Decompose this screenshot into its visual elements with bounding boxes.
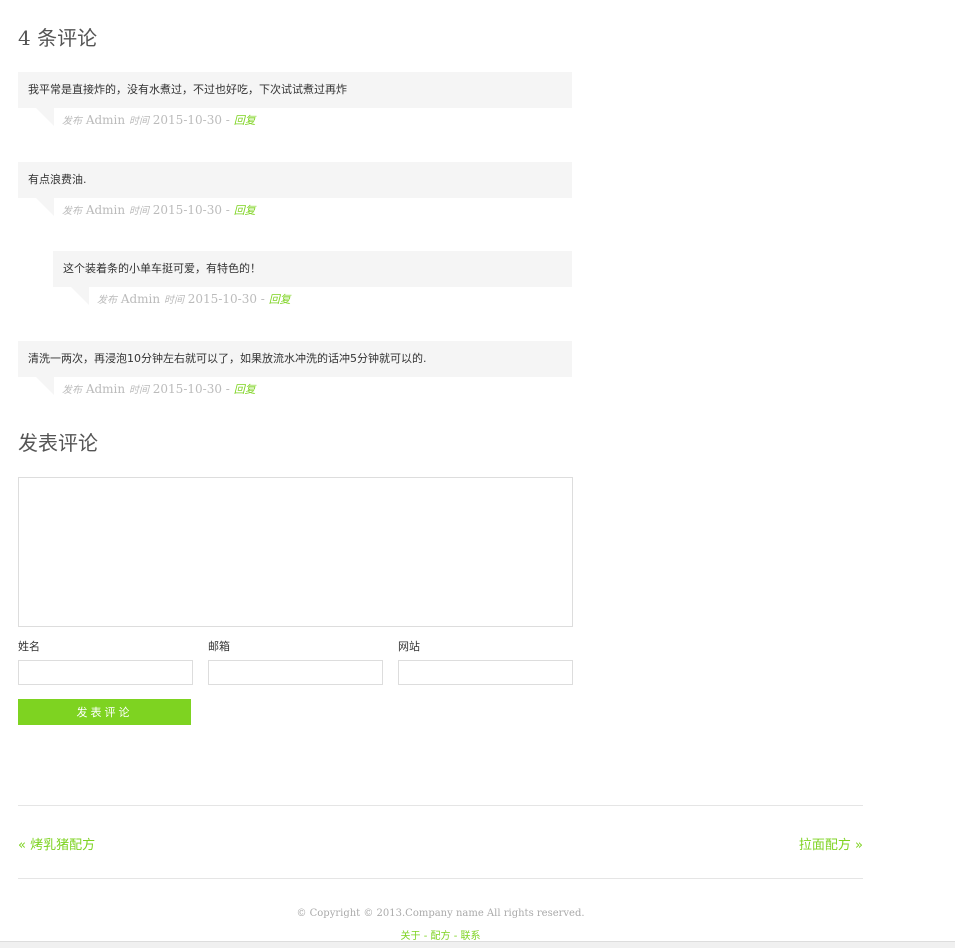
comment-time-label: 时间 <box>163 295 184 306</box>
next-post-link[interactable]: 拉面配方 » <box>799 834 863 853</box>
comment-reply-link[interactable]: 回复 <box>234 383 256 396</box>
comment-posted-label: 发布 <box>62 206 82 217</box>
comment-time-label: 时间 <box>128 116 149 127</box>
comment-date: 2015-10-30 <box>152 203 222 217</box>
comment-meta: 发布 Admin 时间 2015-10-30 - 回复 <box>97 291 291 307</box>
divider <box>18 805 863 806</box>
comment-meta-separator: - <box>260 292 265 306</box>
comment-bubble-tail <box>36 198 54 216</box>
comment-posted-label: 发布 <box>97 295 117 306</box>
comment-text: 这个装着条的小单车挺可爱，有特色的！ <box>53 251 572 287</box>
website-field-label: 网站 <box>398 640 420 653</box>
comment-meta: 发布 Admin 时间 2015-10-30 - 回复 <box>62 202 256 218</box>
comment-author: Admin <box>85 382 126 396</box>
name-field-label: 姓名 <box>18 640 40 653</box>
comment-bubble-tail <box>71 287 89 305</box>
comment-textarea[interactable] <box>18 477 573 627</box>
comment-time-label: 时间 <box>128 206 149 217</box>
comment-author: Admin <box>85 203 126 217</box>
prev-post-link[interactable]: « 烤乳猪配方 <box>18 834 95 853</box>
comment-posted-label: 发布 <box>62 385 82 396</box>
comment-date: 2015-10-30 <box>187 292 257 306</box>
comment-time-label: 时间 <box>128 385 149 396</box>
comment-meta-separator: - <box>225 113 230 127</box>
website-input[interactable] <box>398 660 573 685</box>
comment-date: 2015-10-30 <box>152 382 222 396</box>
email-input[interactable] <box>208 660 383 685</box>
comment-reply-link[interactable]: 回复 <box>234 114 256 127</box>
comment-text: 清洗一两次，再浸泡10分钟左右就可以了，如果放流水冲洗的话冲5分钟就可以的. <box>18 341 572 377</box>
comment-item: 有点浪费油. 发布 Admin 时间 2015-10-30 - 回复 <box>18 162 572 217</box>
comment-date: 2015-10-30 <box>152 113 222 127</box>
name-input[interactable] <box>18 660 193 685</box>
comment-author: Admin <box>120 292 161 306</box>
comment-author: Admin <box>85 113 126 127</box>
comment-bubble-tail <box>36 108 54 126</box>
comment-meta-separator: - <box>225 382 230 396</box>
comments-count-title: 4 条评论 <box>18 26 98 50</box>
comment-form-title: 发表评论 <box>18 431 98 455</box>
comment-bubble-tail <box>36 377 54 395</box>
email-field-label: 邮箱 <box>208 640 230 653</box>
comment-meta-separator: - <box>225 203 230 217</box>
comment-text: 有点浪费油. <box>18 162 572 198</box>
comment-reply-link[interactable]: 回复 <box>234 204 256 217</box>
comment-item: 清洗一两次，再浸泡10分钟左右就可以了，如果放流水冲洗的话冲5分钟就可以的. 发… <box>18 341 572 396</box>
comment-text: 我平常是直接炸的，没有水煮过，不过也好吃，下次试试煮过再炸 <box>18 72 572 108</box>
comment-posted-label: 发布 <box>62 116 82 127</box>
comment-meta: 发布 Admin 时间 2015-10-30 - 回复 <box>62 112 256 128</box>
comment-reply-link[interactable]: 回复 <box>269 293 291 306</box>
comment-reply-item: 这个装着条的小单车挺可爱，有特色的！ 发布 Admin 时间 2015-10-3… <box>53 251 572 306</box>
submit-comment-button[interactable]: 发表评论 <box>18 699 191 725</box>
divider <box>18 878 863 879</box>
footer-links: 关于 - 配方 - 联系 <box>18 927 863 942</box>
copyright-text: © Copyright © 2013.Company name All righ… <box>296 908 585 919</box>
comment-meta: 发布 Admin 时间 2015-10-30 - 回复 <box>62 381 256 397</box>
comment-item: 我平常是直接炸的，没有水煮过，不过也好吃，下次试试煮过再炸 发布 Admin 时… <box>18 72 572 127</box>
